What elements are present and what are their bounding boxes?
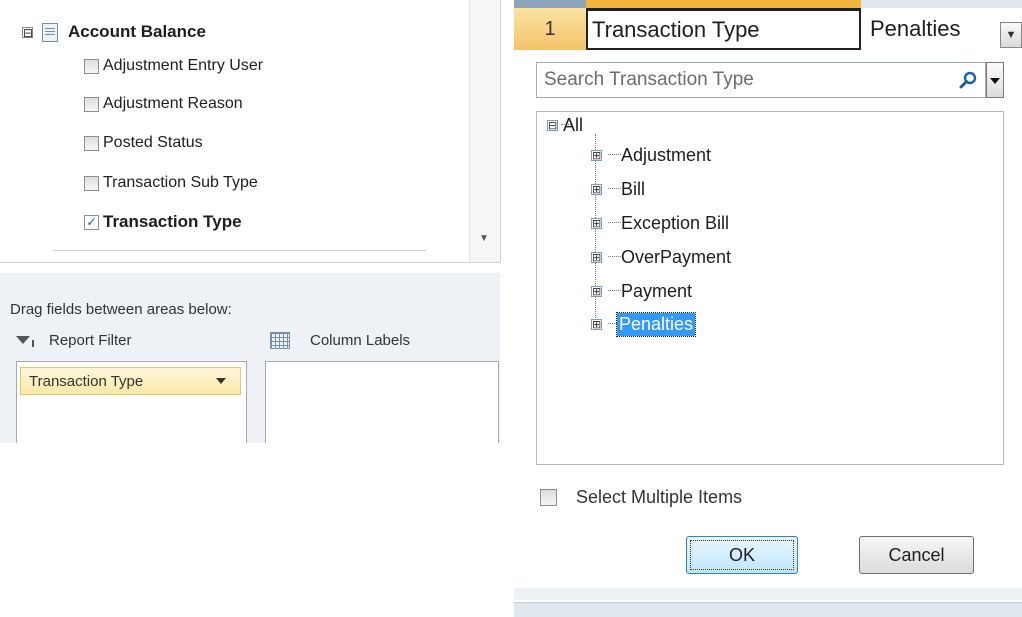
- tree-label: OverPayment: [621, 246, 732, 267]
- field-item-transaction-sub-type[interactable]: Transaction Sub Type: [84, 171, 258, 195]
- field-item-adjustment-entry-user[interactable]: Adjustment Entry User: [84, 54, 263, 78]
- select-multiple-items[interactable]: Select Multiple Items: [540, 485, 742, 509]
- spreadsheet-header-strip: 1 Transaction Type Penalties ▼: [514, 0, 1022, 50]
- cancel-button[interactable]: Cancel: [859, 536, 974, 574]
- field-label: Adjustment Reason: [103, 95, 243, 112]
- tree-node-exception-bill[interactable]: ⊞ Exception Bill: [591, 210, 731, 236]
- row-header[interactable]: 1: [514, 8, 587, 50]
- field-label: Transaction Sub Type: [103, 174, 258, 191]
- tree-node-bill[interactable]: ⊞ Bill: [591, 176, 647, 202]
- filter-dropdown-panel: ⊟ All ⊞ Adjustment ⊞ Bill ⊞ Exception Bi…: [514, 50, 1022, 617]
- report-filter-field-chip[interactable]: Transaction Type: [20, 367, 241, 395]
- field-item-adjustment-reason[interactable]: Adjustment Reason: [84, 92, 243, 116]
- tree-node-penalties[interactable]: ⊞ Penalties: [591, 311, 697, 337]
- chip-label: Transaction Type: [29, 372, 144, 390]
- tree-label-selected: Penalties: [615, 311, 697, 337]
- field-label: Adjustment Entry User: [103, 57, 264, 74]
- tree-node-all[interactable]: ⊟ All: [547, 112, 585, 138]
- field-item-posted-status[interactable]: Posted Status: [84, 131, 203, 155]
- tree-node-payment[interactable]: ⊞ Payment: [591, 278, 694, 304]
- search-icon[interactable]: [959, 71, 977, 89]
- tree-label: Bill: [621, 178, 646, 199]
- search-dropdown-button[interactable]: [986, 62, 1004, 98]
- chevron-down-icon[interactable]: [216, 378, 226, 384]
- filter-tree[interactable]: ⊟ All ⊞ Adjustment ⊞ Bill ⊞ Exception Bi…: [536, 111, 1004, 465]
- field-label: Transaction Type: [103, 212, 242, 231]
- search-input[interactable]: [542, 68, 926, 92]
- field-checkbox-checked[interactable]: ✓: [84, 214, 99, 230]
- search-box[interactable]: [536, 62, 986, 98]
- expand-icon[interactable]: ⊞: [591, 183, 602, 195]
- table-icon: [42, 22, 58, 42]
- expand-icon[interactable]: ⊞: [591, 285, 602, 297]
- expand-icon[interactable]: ⊞: [591, 149, 602, 161]
- collapse-icon[interactable]: ⊟: [22, 26, 33, 39]
- column-header-selected: [586, 0, 861, 8]
- select-multiple-checkbox[interactable]: [540, 488, 557, 506]
- selected-cell[interactable]: Transaction Type: [586, 8, 861, 50]
- tree-node-adjustment[interactable]: ⊞ Adjustment: [591, 142, 713, 168]
- expand-icon[interactable]: ⊞: [591, 217, 602, 229]
- field-group-label: Account Balance: [68, 22, 206, 41]
- field-list-scrollbar[interactable]: ▼: [469, 0, 500, 262]
- pivot-areas-section: Drag fields between areas below: Report …: [0, 273, 500, 443]
- scroll-down-arrow-icon[interactable]: ▼: [479, 233, 489, 244]
- filter-dropdown-button[interactable]: ▼: [1000, 22, 1022, 48]
- column-labels-header: Column Labels: [270, 328, 410, 352]
- ok-button[interactable]: OK: [686, 536, 798, 574]
- tree-node-overpayment[interactable]: ⊞ OverPayment: [591, 244, 733, 270]
- field-checkbox[interactable]: [84, 58, 99, 74]
- expand-icon[interactable]: ⊞: [591, 318, 602, 330]
- filter-icon-stem: [32, 339, 34, 347]
- divider: [52, 250, 426, 251]
- field-checkbox[interactable]: [84, 135, 99, 151]
- tree-label: Adjustment: [621, 144, 712, 165]
- tree-label: All: [563, 114, 584, 135]
- column-labels-label: Column Labels: [310, 331, 411, 349]
- field-group-account-balance[interactable]: ⊟ Account Balance: [22, 20, 206, 44]
- expand-icon[interactable]: ⊞: [591, 251, 602, 263]
- grid-icon: [270, 331, 290, 349]
- collapse-icon[interactable]: ⊟: [547, 119, 558, 131]
- filter-value-cell[interactable]: Penalties ▼: [861, 8, 1022, 50]
- report-filter-area[interactable]: Transaction Type: [16, 361, 247, 443]
- filter-icon: [16, 336, 30, 344]
- filter-value-text: Penalties: [870, 16, 961, 41]
- field-checkbox[interactable]: [84, 175, 99, 191]
- field-item-transaction-type[interactable]: ✓ Transaction Type: [84, 210, 242, 234]
- sheet-bottom-strip: [514, 602, 1022, 617]
- resize-grip[interactable]: [514, 588, 1022, 600]
- field-label: Posted Status: [103, 134, 203, 151]
- select-multiple-label: Select Multiple Items: [576, 486, 743, 507]
- areas-title: Drag fields between areas below:: [10, 301, 232, 318]
- tree-label: Exception Bill: [621, 212, 730, 233]
- report-filter-label: Report Filter: [49, 331, 132, 349]
- tree-label: Payment: [621, 280, 693, 301]
- report-filter-header: Report Filter: [16, 328, 132, 352]
- column-labels-area[interactable]: [265, 361, 499, 443]
- pivot-field-list: ⊟ Account Balance Adjustment Entry User …: [0, 0, 501, 263]
- field-checkbox[interactable]: [84, 96, 99, 112]
